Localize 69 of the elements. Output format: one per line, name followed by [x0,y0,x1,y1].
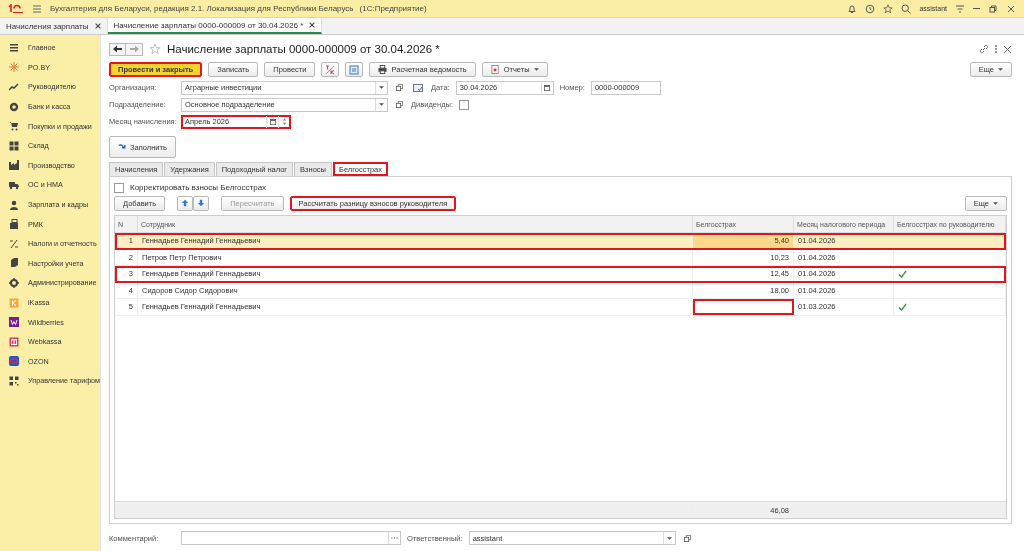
calendar-icon [269,118,276,125]
grid-icon [9,140,19,151]
printer-icon [378,65,388,74]
tiles-icon [9,375,19,386]
down-arrow-icon [197,199,206,207]
restore-icon [988,3,998,14]
right-arrow-icon [129,45,139,53]
trend-icon [9,82,19,92]
dropdown-arrow-icon [998,68,1003,71]
dropdown-arrow-icon [379,86,384,89]
person-icon [9,199,19,210]
back-button[interactable] [109,42,126,56]
amount-cell[interactable] [693,299,794,315]
star-burst-icon [9,62,19,73]
gear-icon [9,277,19,288]
close-icon [309,22,316,28]
dropdown-arrow-icon [666,536,672,540]
dropdown-arrow-icon [533,68,539,71]
checkbox-label: Корректировать взносы Белгосстрах [130,183,267,192]
close-icon [1003,44,1012,54]
truck-icon [9,179,19,190]
logo-icon [8,4,24,13]
bell-icon [847,3,858,14]
open-window-icon [683,534,691,542]
curved-arrow-icon [118,143,126,151]
up-arrow-icon [181,199,190,207]
document-button[interactable] [345,62,364,77]
minimize-icon [973,8,980,9]
dividends-checkbox[interactable] [459,99,469,110]
close-icon [94,23,101,29]
move-up-button[interactable] [177,195,194,211]
link-icon [979,44,989,54]
oval-logo-icon [9,356,19,367]
history-icon [865,3,876,14]
search-icon [901,3,912,14]
list-icon [9,42,19,53]
debit-credit-button[interactable] [321,62,340,77]
favorite-star-icon [149,43,161,55]
cart-icon [9,121,19,132]
menu-icon [32,3,42,14]
form-title: Начисление зарплаты 0000-000009 от 30.04.2026 * [167,43,440,55]
bracket-logo-icon [9,297,19,308]
dropdown-arrow-icon [993,201,998,205]
filter-icon [955,3,965,14]
star-icon [883,3,894,14]
move-down-button[interactable] [193,195,210,211]
dropdown-arrow-icon [379,103,384,106]
factory-icon [9,160,19,171]
document-icon [349,64,360,75]
close-icon [1006,3,1016,14]
adjust-checkbox[interactable] [114,182,124,193]
zigzag-logo-icon [9,317,19,328]
window-tab[interactable]: Начисления зарплаты [0,18,108,34]
open-window-icon [396,84,403,91]
calendar-icon [544,84,551,91]
open-window-icon [396,101,403,108]
percent-icon [9,238,19,249]
comment-field[interactable] [181,531,401,545]
document-check-icon [411,82,425,93]
coin-icon [9,101,19,112]
app-title: Бухгалтерия для Беларуси, редакция 2.1. Локализация для Республики Беларусь (1С:Предприятие) [50,4,427,13]
ledger-icon [325,64,336,75]
window-tab[interactable]: Начисление зарплаты 0000-000009 от 30.04.2026 * [107,18,323,34]
spin-arrows-icon [283,118,286,125]
book-icon [9,258,19,269]
calculator-icon [9,336,19,347]
register-icon [9,219,19,230]
report-icon [490,65,500,74]
left-arrow-icon [113,45,122,53]
